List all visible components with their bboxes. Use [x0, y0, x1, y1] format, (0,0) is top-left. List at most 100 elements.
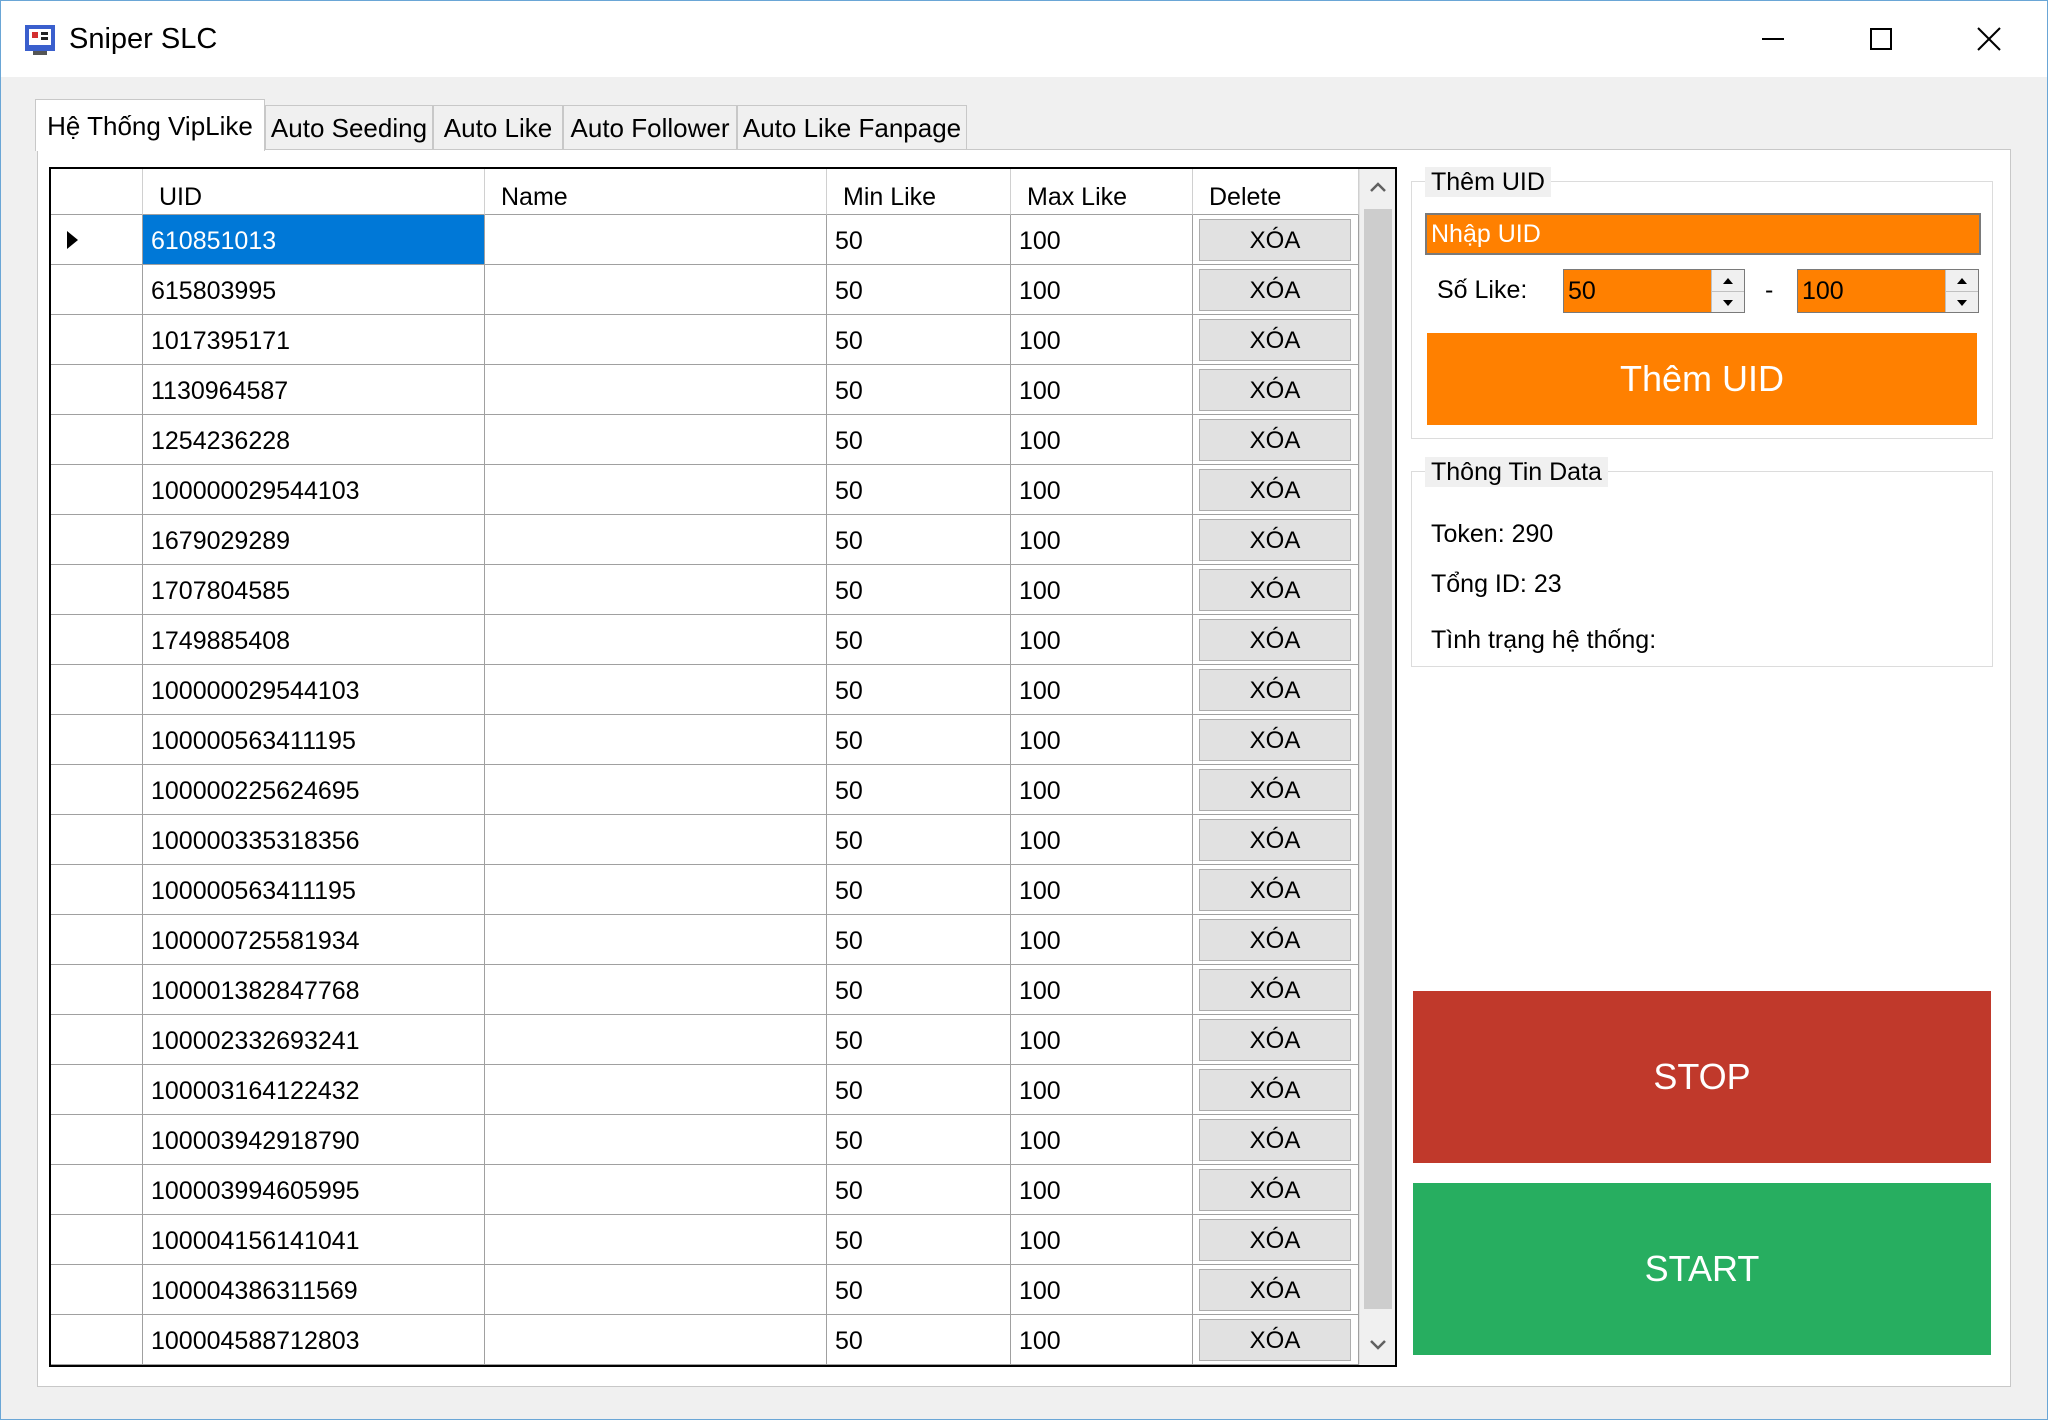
cell-max-like[interactable]: 100	[1011, 665, 1193, 715]
cell-min-like[interactable]: 50	[827, 1165, 1011, 1215]
delete-row-button[interactable]: XÓA	[1199, 1069, 1351, 1111]
stop-button[interactable]: STOP	[1413, 991, 1991, 1163]
cell-min-like[interactable]: 50	[827, 965, 1011, 1015]
cell-min-like[interactable]: 50	[827, 315, 1011, 365]
max-like-decrease-button[interactable]	[1946, 291, 1978, 313]
cell-max-like[interactable]: 100	[1011, 1215, 1193, 1265]
cell-name[interactable]	[485, 415, 827, 465]
cell-name[interactable]	[485, 715, 827, 765]
cell-uid[interactable]: 1017395171	[143, 315, 485, 365]
delete-row-button[interactable]: XÓA	[1199, 819, 1351, 861]
max-like-stepper[interactable]: 100	[1797, 269, 1979, 313]
cell-name[interactable]	[485, 1065, 827, 1115]
min-like-decrease-button[interactable]	[1712, 291, 1744, 313]
title-bar[interactable]: Sniper SLC	[1, 1, 2047, 77]
cell-min-like[interactable]: 50	[827, 215, 1011, 265]
table-row[interactable]: 100000225624695 50 100 XÓA	[51, 765, 1359, 815]
table-row[interactable]: 1707804585 50 100 XÓA	[51, 565, 1359, 615]
row-header[interactable]	[51, 515, 143, 565]
delete-row-button[interactable]: XÓA	[1199, 1269, 1351, 1311]
maximize-button[interactable]	[1831, 9, 1931, 69]
table-row[interactable]: 100000725581934 50 100 XÓA	[51, 915, 1359, 965]
delete-row-button[interactable]: XÓA	[1199, 319, 1351, 361]
cell-uid[interactable]: 100004386311569	[143, 1265, 485, 1315]
cell-uid[interactable]: 100004156141041	[143, 1215, 485, 1265]
cell-name[interactable]	[485, 1165, 827, 1215]
cell-name[interactable]	[485, 265, 827, 315]
cell-uid[interactable]: 1679029289	[143, 515, 485, 565]
cell-max-like[interactable]: 100	[1011, 915, 1193, 965]
cell-max-like[interactable]: 100	[1011, 1015, 1193, 1065]
cell-max-like[interactable]: 100	[1011, 465, 1193, 515]
vertical-scrollbar[interactable]	[1359, 169, 1395, 1365]
cell-name[interactable]	[485, 1115, 827, 1165]
cell-min-like[interactable]: 50	[827, 415, 1011, 465]
cell-max-like[interactable]: 100	[1011, 365, 1193, 415]
delete-row-button[interactable]: XÓA	[1199, 719, 1351, 761]
row-header[interactable]	[51, 465, 143, 515]
cell-min-like[interactable]: 50	[827, 765, 1011, 815]
cell-uid[interactable]: 100002332693241	[143, 1015, 485, 1065]
cell-name[interactable]	[485, 1315, 827, 1365]
scroll-down-arrow[interactable]	[1360, 1327, 1395, 1363]
cell-max-like[interactable]: 100	[1011, 515, 1193, 565]
cell-uid[interactable]: 100003942918790	[143, 1115, 485, 1165]
delete-row-button[interactable]: XÓA	[1199, 1219, 1351, 1261]
row-header[interactable]	[51, 665, 143, 715]
table-row[interactable]: 100004156141041 50 100 XÓA	[51, 1215, 1359, 1265]
delete-row-button[interactable]: XÓA	[1199, 869, 1351, 911]
cell-name[interactable]	[485, 615, 827, 665]
cell-name[interactable]	[485, 315, 827, 365]
cell-min-like[interactable]: 50	[827, 515, 1011, 565]
row-header[interactable]	[51, 1315, 143, 1365]
table-row[interactable]: 100004386311569 50 100 XÓA	[51, 1265, 1359, 1315]
row-header[interactable]	[51, 265, 143, 315]
table-row[interactable]: 1017395171 50 100 XÓA	[51, 315, 1359, 365]
table-row[interactable]: 100002332693241 50 100 XÓA	[51, 1015, 1359, 1065]
cell-uid[interactable]: 610851013	[143, 215, 485, 265]
table-row[interactable]: 100000029544103 50 100 XÓA	[51, 465, 1359, 515]
uid-input[interactable]	[1425, 213, 1981, 255]
row-header[interactable]	[51, 1165, 143, 1215]
delete-row-button[interactable]: XÓA	[1199, 1119, 1351, 1161]
cell-max-like[interactable]: 100	[1011, 715, 1193, 765]
row-header[interactable]	[51, 1215, 143, 1265]
cell-uid[interactable]: 100000029544103	[143, 665, 485, 715]
cell-name[interactable]	[485, 815, 827, 865]
row-header[interactable]	[51, 415, 143, 465]
row-header[interactable]	[51, 1015, 143, 1065]
table-row[interactable]: 1679029289 50 100 XÓA	[51, 515, 1359, 565]
row-header[interactable]	[51, 315, 143, 365]
table-row[interactable]: 100003942918790 50 100 XÓA	[51, 1115, 1359, 1165]
cell-uid[interactable]: 100000725581934	[143, 915, 485, 965]
delete-row-button[interactable]: XÓA	[1199, 669, 1351, 711]
row-header[interactable]	[51, 965, 143, 1015]
tab-auto-like-fanpage[interactable]: Auto Like Fanpage	[737, 105, 967, 149]
cell-max-like[interactable]: 100	[1011, 965, 1193, 1015]
cell-name[interactable]	[485, 1215, 827, 1265]
table-row[interactable]: 100000563411195 50 100 XÓA	[51, 715, 1359, 765]
cell-min-like[interactable]: 50	[827, 1265, 1011, 1315]
minimize-button[interactable]	[1723, 9, 1823, 69]
cell-min-like[interactable]: 50	[827, 265, 1011, 315]
start-button[interactable]: START	[1413, 1183, 1991, 1355]
cell-min-like[interactable]: 50	[827, 815, 1011, 865]
cell-name[interactable]	[485, 465, 827, 515]
cell-min-like[interactable]: 50	[827, 1065, 1011, 1115]
cell-max-like[interactable]: 100	[1011, 315, 1193, 365]
scrollbar-thumb[interactable]	[1364, 209, 1392, 1309]
column-header-uid[interactable]: UID	[143, 169, 485, 215]
cell-name[interactable]	[485, 665, 827, 715]
row-header[interactable]	[51, 1265, 143, 1315]
row-header[interactable]	[51, 815, 143, 865]
cell-min-like[interactable]: 50	[827, 1215, 1011, 1265]
cell-max-like[interactable]: 100	[1011, 865, 1193, 915]
cell-uid[interactable]: 100000029544103	[143, 465, 485, 515]
delete-row-button[interactable]: XÓA	[1199, 1019, 1351, 1061]
close-button[interactable]	[1939, 9, 2039, 69]
delete-row-button[interactable]: XÓA	[1199, 469, 1351, 511]
cell-min-like[interactable]: 50	[827, 915, 1011, 965]
cell-min-like[interactable]: 50	[827, 665, 1011, 715]
cell-name[interactable]	[485, 865, 827, 915]
delete-row-button[interactable]: XÓA	[1199, 1319, 1351, 1361]
